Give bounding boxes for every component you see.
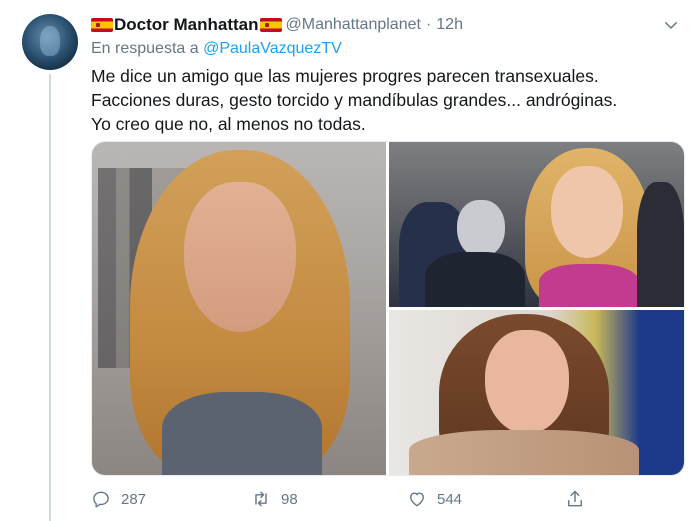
like-button[interactable]: 544	[407, 486, 462, 512]
tweet-text-line: Me dice un amigo que las mujeres progres…	[91, 66, 599, 86]
reply-icon	[93, 491, 109, 508]
reply-button[interactable]: 287	[91, 486, 146, 512]
tweet-header: Doctor Manhattan @Manhattanplanet · 12h	[91, 14, 463, 36]
heart-icon	[410, 492, 424, 507]
tweet-text-line: Facciones duras, gesto torcido y mandíbu…	[91, 90, 618, 110]
share-button[interactable]	[565, 486, 595, 512]
user-handle[interactable]: @Manhattanplanet	[286, 16, 421, 34]
retweet-button[interactable]: 98	[251, 486, 298, 512]
reply-context: En respuesta a @PaulaVazquezTV	[91, 40, 342, 58]
media-grid	[91, 141, 685, 476]
spain-flag-icon	[91, 18, 113, 32]
display-name[interactable]: Doctor Manhattan	[114, 15, 259, 35]
like-count: 544	[437, 490, 463, 508]
media-photo[interactable]	[389, 310, 684, 475]
chevron-down-icon[interactable]	[662, 16, 680, 34]
retweet-count: 98	[281, 490, 298, 508]
timestamp[interactable]: 12h	[436, 16, 463, 34]
reply-count: 287	[121, 490, 147, 508]
reply-to-link[interactable]: @PaulaVazquezTV	[203, 40, 342, 57]
spain-flag-icon	[259, 18, 282, 32]
avatar[interactable]	[22, 14, 78, 70]
tweet-actions: 287 98 544	[91, 486, 681, 512]
tweet-text-line: Yo creo que no, al menos no todas.	[91, 114, 366, 134]
separator-dot: ·	[425, 16, 432, 33]
share-icon	[568, 490, 582, 507]
media-photo[interactable]	[92, 142, 386, 475]
retweet-icon	[255, 491, 267, 507]
tweet-text: Me dice un amigo que las mujeres progres…	[91, 64, 681, 136]
thread-line	[49, 74, 51, 521]
media-photo[interactable]	[389, 142, 684, 307]
reply-prefix: En respuesta a	[91, 40, 199, 57]
